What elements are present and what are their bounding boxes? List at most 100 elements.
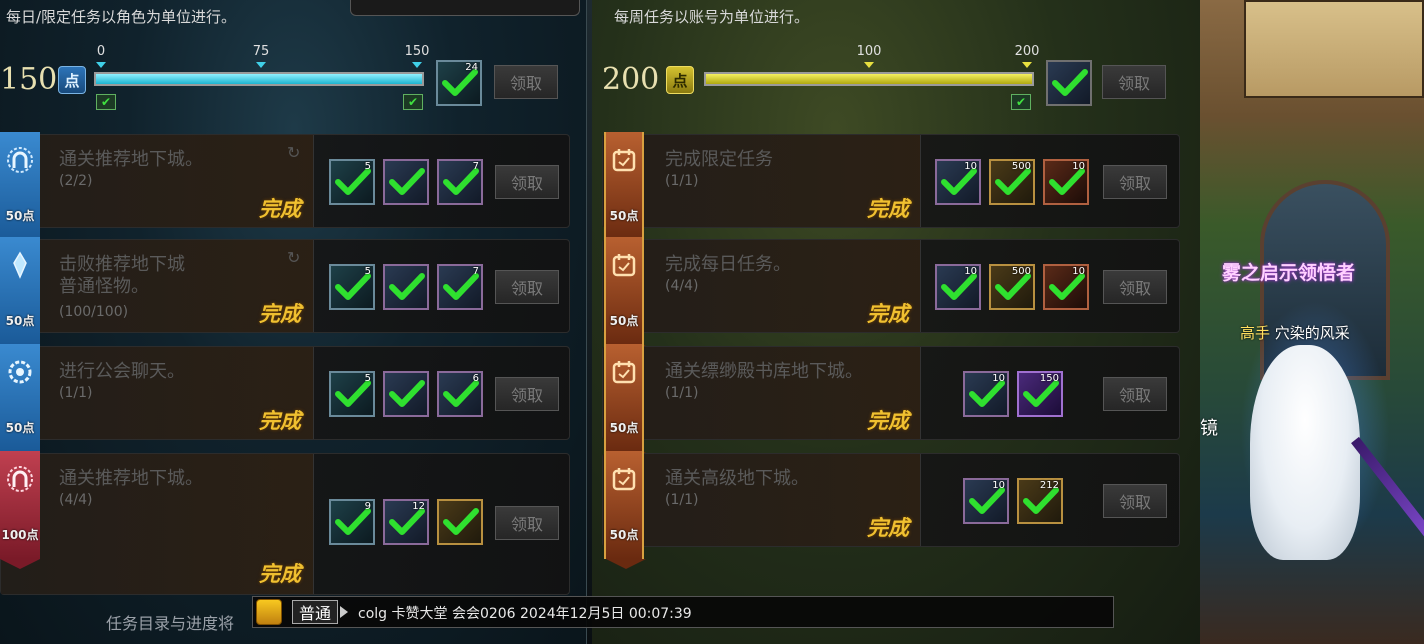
task-points-ribbon: 50点 — [604, 451, 646, 569]
reward-count: 6 — [472, 373, 479, 384]
minimap[interactable] — [1244, 0, 1424, 98]
character-title: 雾之启示领悟者 — [1222, 262, 1356, 284]
character-name: 高手 穴染的风采 — [1240, 322, 1350, 343]
task-status: 完成 — [259, 197, 301, 221]
reward-item[interactable]: 10 — [1043, 264, 1089, 310]
game-viewport: 雾之启示领悟者 高手 穴染的风采 镜 — [1200, 0, 1424, 644]
daily-milestone-claim-button[interactable]: 领取 — [494, 65, 558, 99]
task-claim-button[interactable]: 领取 — [495, 165, 559, 199]
reward-item[interactable]: 5 — [329, 371, 375, 417]
calendar-icon — [612, 361, 636, 384]
channel-arrow-icon[interactable] — [340, 606, 348, 618]
weekly-tick-mark — [1022, 62, 1032, 68]
reward-item[interactable]: 6 — [437, 371, 483, 417]
task-points-ribbon: 50点 — [604, 344, 646, 462]
reward-item[interactable]: 10 — [963, 478, 1009, 524]
daily-task-row: 击败推荐地下城 普通怪物。 (100/100) ↻ 完成 5 7 领取 — [0, 239, 570, 333]
reward-item[interactable]: 212 — [1017, 478, 1063, 524]
task-points-ribbon: 50点 — [0, 237, 40, 355]
task-points: 50点 — [609, 528, 639, 542]
task-claim-button[interactable]: 领取 — [1103, 270, 1167, 304]
reward-item[interactable]: 10 — [1043, 159, 1089, 205]
task-status: 完成 — [867, 302, 909, 326]
weekly-progress-bar — [704, 72, 1034, 86]
calendar-icon — [612, 254, 636, 277]
reward-item[interactable]: 500 — [989, 159, 1035, 205]
reward-count: 10 — [964, 266, 977, 277]
task-points: 50点 — [609, 209, 639, 223]
weekly-points-unit: 点 — [666, 66, 694, 94]
task-claim-button[interactable]: 领取 — [1103, 484, 1167, 518]
character-prefix: 高手 — [1240, 324, 1271, 342]
task-claim-button[interactable]: 领取 — [1103, 165, 1167, 199]
daily-tick-75: 75 — [252, 44, 270, 59]
task-title: 通关推荐地下城。 — [59, 468, 203, 489]
daily-points: 150 — [0, 62, 58, 97]
reward-item[interactable]: 500 — [989, 264, 1035, 310]
task-progress: (100/100) — [59, 304, 129, 320]
daily-milestone-reward[interactable]: 24 — [436, 60, 482, 106]
crystal-icon — [13, 251, 27, 279]
reward-count: 7 — [472, 161, 479, 172]
weekly-task-row: 通关缥缈殿书库地下城。 (1/1) 完成 10 150 领取 — [602, 346, 1180, 440]
reward-item[interactable] — [437, 499, 483, 545]
reward-count: 9 — [364, 501, 371, 512]
top-scrollbar[interactable] — [350, 0, 580, 16]
task-points-ribbon: 50点 — [0, 132, 40, 250]
reward-item[interactable]: 7 — [437, 264, 483, 310]
reward-item[interactable] — [383, 159, 429, 205]
dungeon-gate-icon — [7, 147, 33, 173]
reward-count: 5 — [364, 373, 371, 384]
reward-item[interactable]: 10 — [935, 159, 981, 205]
refresh-icon: ↻ — [287, 248, 301, 267]
task-status: 完成 — [259, 409, 301, 433]
task-status: 完成 — [867, 197, 909, 221]
reward-item[interactable]: 10 — [963, 371, 1009, 417]
daily-tick-0: 0 — [96, 44, 106, 59]
reward-item[interactable]: 12 — [383, 499, 429, 545]
weekly-milestone-check: ✔ — [1011, 94, 1031, 110]
daily-header: 每日/限定任务以角色为单位进行。 — [6, 8, 237, 26]
app-root: 每日/限定任务以角色为单位进行。 150 点 0 75 150 ✔ ✔ 24 领… — [0, 0, 1424, 644]
refresh-icon: ↻ — [287, 143, 301, 162]
daily-task-row: 通关推荐地下城。 (4/4) 完成 9 12 领取 — [0, 453, 570, 595]
task-claim-button[interactable]: 领取 — [1103, 377, 1167, 411]
daily-progress-fill — [96, 74, 422, 84]
weekly-milestone-claim-button[interactable]: 领取 — [1102, 65, 1166, 99]
reward-item[interactable]: 150 — [1017, 371, 1063, 417]
emoji-icon[interactable] — [256, 599, 282, 625]
reward-item[interactable]: 5 — [329, 159, 375, 205]
reward-item[interactable]: 9 — [329, 499, 375, 545]
task-claim-button[interactable]: 领取 — [495, 506, 559, 540]
check-icon — [1052, 69, 1088, 96]
reward-item[interactable] — [383, 371, 429, 417]
weekly-tick-200: 200 — [1014, 44, 1040, 59]
character-sprite[interactable] — [1250, 345, 1360, 560]
task-progress: (1/1) — [665, 385, 699, 401]
reward-count: 10 — [992, 480, 1005, 491]
check-icon — [389, 380, 425, 407]
task-claim-button[interactable]: 领取 — [495, 377, 559, 411]
reward-item[interactable] — [383, 264, 429, 310]
daily-progress-bar — [94, 72, 424, 86]
check-icon — [389, 168, 425, 195]
check-icon — [443, 508, 479, 535]
task-title: 击败推荐地下城 普通怪物。 — [59, 254, 185, 297]
weekly-milestone-reward[interactable] — [1046, 60, 1092, 106]
task-points: 50点 — [5, 421, 35, 435]
reward-item[interactable]: 7 — [437, 159, 483, 205]
weekly-task-row: 完成限定任务 (1/1) 完成 10 500 10 领取 — [602, 134, 1180, 228]
task-title: 通关缥缈殿书库地下城。 — [665, 361, 863, 382]
weekly-task-row: 通关高级地下城。 (1/1) 完成 10 212 领取 — [602, 453, 1180, 547]
task-claim-button[interactable]: 领取 — [495, 270, 559, 304]
task-title: 完成限定任务 — [665, 149, 773, 170]
chat-message: colg 卡赞大堂 会会0206 2024年12月5日 00:07:39 — [358, 606, 692, 622]
reward-count: 5 — [364, 161, 371, 172]
reward-item[interactable]: 10 — [935, 264, 981, 310]
reward-count: 24 — [465, 62, 478, 73]
reward-count: 10 — [1072, 161, 1085, 172]
chat-channel[interactable]: 普通 — [292, 600, 338, 624]
reward-item[interactable]: 5 — [329, 264, 375, 310]
task-title: 通关推荐地下城。 — [59, 149, 203, 170]
dungeon-gate-icon — [7, 466, 33, 492]
